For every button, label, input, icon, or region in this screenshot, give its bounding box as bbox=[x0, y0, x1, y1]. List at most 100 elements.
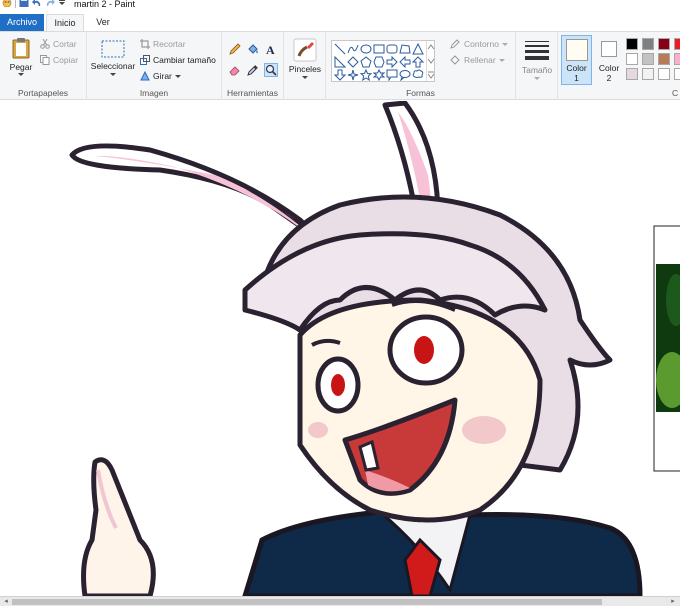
eyedropper-icon bbox=[247, 65, 258, 76]
up-arrow-shape-icon[interactable] bbox=[412, 56, 424, 68]
down-arrow-shape-icon[interactable] bbox=[334, 69, 346, 81]
select-dropdown-icon[interactable] bbox=[110, 73, 116, 76]
brushes-button[interactable]: Pinceles bbox=[287, 38, 323, 79]
palette-color-dark-red[interactable] bbox=[658, 38, 670, 50]
scroll-left-icon[interactable]: ◂ bbox=[1, 598, 11, 606]
oval-callout-shape-icon[interactable] bbox=[399, 69, 411, 81]
crop-icon bbox=[140, 39, 150, 49]
size-label: Tamaño bbox=[521, 65, 553, 75]
brushes-dropdown-icon[interactable] bbox=[302, 76, 308, 79]
colors-group-label: C bbox=[672, 88, 679, 98]
crop-button[interactable]: Recortar bbox=[140, 39, 186, 49]
paint-app-icon[interactable] bbox=[2, 0, 12, 9]
redo-icon[interactable] bbox=[45, 0, 55, 9]
cloud-callout-shape-icon[interactable] bbox=[412, 69, 424, 81]
curve-shape-icon[interactable] bbox=[347, 43, 359, 55]
diamond-shape-icon[interactable] bbox=[347, 56, 359, 68]
triangle-shape-icon[interactable] bbox=[412, 43, 424, 55]
line-shape-icon[interactable] bbox=[334, 43, 346, 55]
rotate-button[interactable]: Girar bbox=[140, 71, 181, 81]
palette-color-pink[interactable] bbox=[674, 53, 680, 65]
cut-button[interactable]: Cortar bbox=[40, 39, 77, 49]
outline-button[interactable]: Contorno bbox=[450, 39, 508, 49]
color-picker-tool[interactable] bbox=[246, 63, 260, 77]
text-tool[interactable]: A bbox=[264, 42, 278, 56]
rectangular-callout-shape-icon[interactable] bbox=[386, 69, 398, 81]
size-dropdown-icon[interactable] bbox=[534, 77, 540, 80]
polygon-shape-icon[interactable] bbox=[399, 43, 411, 55]
shapes-scroll[interactable] bbox=[426, 41, 435, 81]
color1-number: 1 bbox=[574, 73, 579, 83]
pentagon-shape-icon[interactable] bbox=[360, 56, 372, 68]
horizontal-scroll-thumb[interactable] bbox=[12, 599, 602, 605]
pencil-tool[interactable] bbox=[228, 42, 242, 56]
quick-access-toolbar bbox=[0, 0, 66, 9]
horizontal-scrollbar[interactable]: ◂ ▸ bbox=[0, 596, 680, 606]
color1-button[interactable]: Color 1 bbox=[561, 35, 592, 85]
palette-color-brown[interactable] bbox=[658, 53, 670, 65]
color2-number: 2 bbox=[606, 73, 612, 83]
shapes-scroll-down-icon[interactable] bbox=[427, 57, 435, 65]
fill-dropdown-icon[interactable] bbox=[498, 58, 505, 62]
palette-color-red[interactable] bbox=[674, 38, 680, 50]
palette-color-black[interactable] bbox=[626, 38, 638, 50]
select-label: Seleccionar bbox=[90, 61, 136, 71]
clipboard-group-label: Portapapeles bbox=[17, 88, 69, 98]
customize-toolbar-icon[interactable] bbox=[58, 0, 66, 9]
pencil-icon bbox=[229, 43, 241, 55]
paste-dropdown-icon[interactable] bbox=[18, 73, 24, 76]
five-point-star-shape-icon[interactable] bbox=[360, 69, 372, 81]
tools-group-label: Herramientas bbox=[226, 88, 279, 98]
palette-custom-color-1[interactable] bbox=[626, 68, 638, 80]
svg-text:A: A bbox=[266, 43, 275, 55]
color2-button[interactable]: Color 2 bbox=[596, 35, 622, 85]
six-point-star-shape-icon[interactable] bbox=[373, 69, 385, 81]
palette-custom-color-4[interactable] bbox=[674, 68, 680, 80]
hexagon-shape-icon[interactable] bbox=[373, 56, 385, 68]
outline-dropdown-icon[interactable] bbox=[501, 42, 508, 46]
select-button[interactable]: Seleccionar bbox=[90, 40, 136, 76]
palette-color-light-gray[interactable] bbox=[642, 53, 654, 65]
resize-button[interactable]: Cambiar tamaño bbox=[140, 55, 216, 65]
fill-bucket-icon bbox=[450, 55, 460, 65]
rectangle-shape-icon[interactable] bbox=[373, 43, 385, 55]
shapes-scroll-up-icon[interactable] bbox=[427, 43, 435, 51]
palette-custom-color-3[interactable] bbox=[658, 68, 670, 80]
tab-ver[interactable]: Ver bbox=[88, 14, 118, 31]
four-point-star-shape-icon[interactable] bbox=[347, 69, 359, 81]
tab-inicio[interactable]: Inicio bbox=[46, 14, 84, 31]
rotate-dropdown-icon[interactable] bbox=[174, 74, 181, 78]
scroll-right-icon[interactable]: ▸ bbox=[668, 598, 678, 606]
size-button[interactable]: Tamaño bbox=[520, 40, 554, 80]
colors-group: Color 1 Color 2 C bbox=[558, 32, 680, 100]
rounded-rectangle-shape-icon[interactable] bbox=[386, 43, 398, 55]
brushes-label: Pinceles bbox=[288, 64, 322, 74]
selection-rectangle-icon bbox=[101, 40, 125, 58]
eraser-tool[interactable] bbox=[228, 63, 242, 77]
undo-icon[interactable] bbox=[32, 0, 42, 9]
eraser-icon bbox=[229, 66, 240, 76]
image-group-label: Imagen bbox=[139, 88, 169, 98]
magnifier-tool[interactable] bbox=[264, 63, 278, 77]
palette-color-white[interactable] bbox=[626, 53, 638, 65]
left-arrow-shape-icon[interactable] bbox=[399, 56, 411, 68]
fill-button[interactable]: Rellenar bbox=[450, 55, 505, 65]
palette-color-gray[interactable] bbox=[642, 38, 654, 50]
shapes-expand-icon[interactable] bbox=[427, 71, 435, 79]
fill-tool[interactable] bbox=[246, 42, 260, 56]
color1-swatch bbox=[565, 39, 588, 61]
tab-archivo[interactable]: Archivo bbox=[0, 14, 44, 31]
paste-button[interactable]: Pegar bbox=[5, 37, 37, 76]
color2-label: Color bbox=[598, 63, 620, 73]
ribbon: Pegar Cortar Copiar Portapapeles Selecci… bbox=[0, 31, 680, 100]
drawing-canvas[interactable] bbox=[0, 101, 680, 596]
copy-button[interactable]: Copiar bbox=[40, 55, 78, 65]
shapes-group-label: Formas bbox=[406, 88, 435, 98]
palette-custom-color-2[interactable] bbox=[642, 68, 654, 80]
magnifier-icon bbox=[265, 64, 277, 76]
tools-group: A Herramientas bbox=[222, 32, 284, 100]
right-triangle-shape-icon[interactable] bbox=[334, 56, 346, 68]
save-icon[interactable] bbox=[19, 0, 29, 9]
oval-shape-icon[interactable] bbox=[360, 43, 372, 55]
right-arrow-shape-icon[interactable] bbox=[386, 56, 398, 68]
